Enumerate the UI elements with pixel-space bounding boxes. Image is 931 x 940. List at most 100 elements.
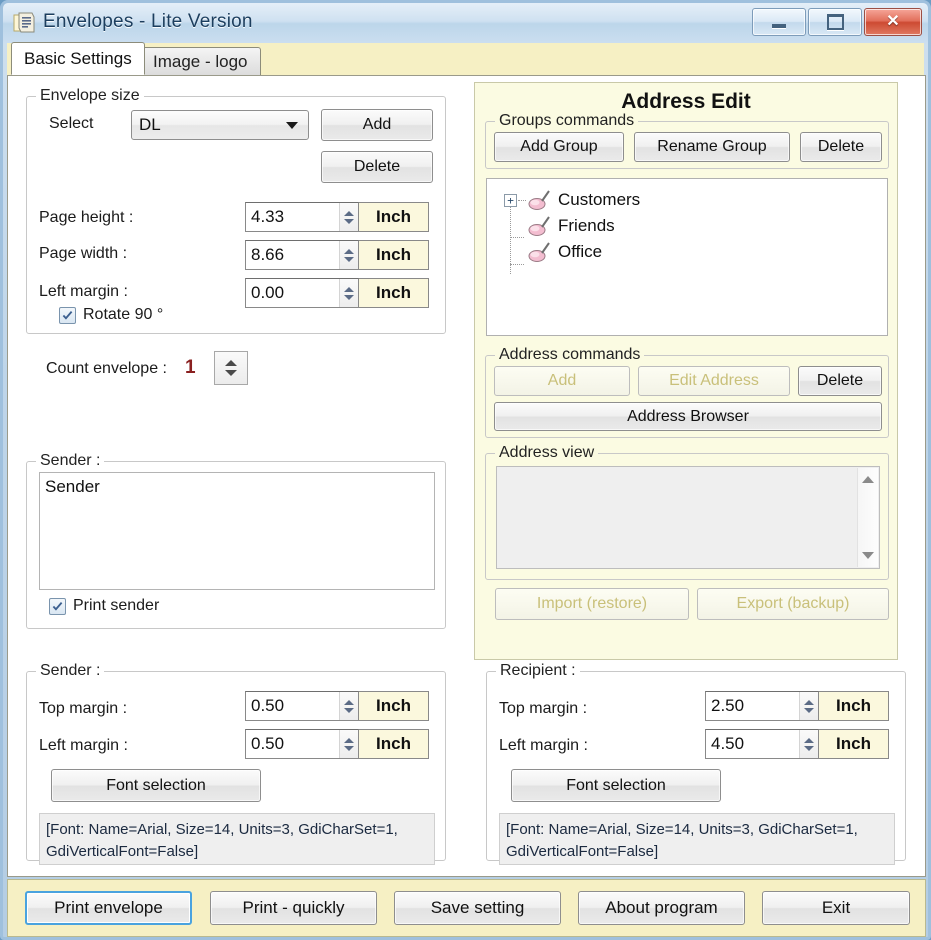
import-restore-button[interactable]: Import (restore) — [495, 588, 689, 620]
maximize-button[interactable] — [808, 8, 862, 36]
left-panel: Envelope size Select DL Add Delete Page … — [8, 76, 470, 876]
application-window: Envelopes - Lite Version ✕ Basic Setting… — [0, 0, 931, 940]
sender-top-margin-spinner[interactable]: 0.50 — [245, 691, 359, 721]
rotate-90-label: Rotate 90 ° — [83, 306, 164, 323]
tree-item-friends[interactable]: Friends — [527, 214, 615, 238]
recipient-margins-group-title: Recipient : — [496, 662, 580, 680]
print-sender-label: Print sender — [73, 597, 160, 614]
page-height-stepper[interactable] — [339, 203, 358, 231]
exit-button[interactable]: Exit — [762, 891, 910, 925]
add-group-button[interactable]: Add Group — [494, 132, 624, 162]
tab-basic-settings[interactable]: Basic Settings — [11, 42, 145, 75]
check-icon — [62, 311, 73, 320]
title-bar: Envelopes - Lite Version ✕ — [3, 3, 928, 43]
tab-image-logo[interactable]: Image - logo — [140, 47, 261, 75]
delete-address-button[interactable]: Delete — [798, 366, 882, 396]
sender-margins-group: Sender : Top margin : 0.50 Inch Left mar… — [26, 662, 446, 865]
minimize-icon — [772, 24, 786, 28]
save-setting-button[interactable]: Save setting — [394, 891, 561, 925]
delete-group-button[interactable]: Delete — [800, 132, 882, 162]
window-title: Envelopes - Lite Version — [43, 11, 253, 32]
address-view-box[interactable] — [496, 466, 880, 569]
sender-font-selection-button[interactable]: Font selection — [51, 769, 261, 802]
envelope-left-margin-spinner[interactable]: 0.00 — [245, 278, 359, 308]
sender-top-margin-unit: Inch — [359, 691, 429, 721]
count-envelope-value: 1 — [185, 357, 196, 378]
recipient-font-selection-button[interactable]: Font selection — [511, 769, 721, 802]
address-view-group-title: Address view — [495, 444, 599, 462]
count-envelope-stepper[interactable] — [214, 351, 248, 385]
close-icon: ✕ — [886, 13, 900, 30]
minimize-button[interactable] — [752, 8, 806, 36]
scroll-down-icon[interactable] — [862, 552, 874, 559]
right-panel: Address Edit Groups commands Add Group R… — [470, 76, 925, 876]
envelope-size-select-value: DL — [139, 115, 161, 134]
print-sender-checkbox[interactable] — [49, 598, 66, 615]
rotate-90-checkbox[interactable] — [59, 307, 76, 324]
sender-text-group-title: Sender : — [36, 452, 105, 470]
address-view-scrollbar[interactable] — [857, 468, 878, 567]
tree-item-customers[interactable]: Customers — [527, 188, 640, 212]
bottom-button-bar: Print envelope Print - quickly Save sett… — [7, 879, 926, 937]
sender-margins-group-title: Sender : — [36, 662, 105, 680]
tab-strip: Basic Settings Image - logo — [7, 42, 924, 76]
address-browser-button[interactable]: Address Browser — [494, 402, 882, 431]
envelope-left-margin-unit: Inch — [359, 278, 429, 308]
groups-commands-group: Groups commands Add Group Rename Group D… — [485, 112, 889, 169]
recipient-top-margin-value: 2.50 — [706, 692, 799, 720]
group-balloon-icon — [528, 242, 550, 262]
delete-envelope-size-button[interactable]: Delete — [321, 151, 433, 183]
envelope-size-select[interactable]: DL — [131, 110, 309, 140]
about-program-button[interactable]: About program — [578, 891, 745, 925]
check-icon — [52, 602, 63, 611]
sender-left-margin-value: 0.50 — [246, 730, 339, 758]
add-address-button[interactable]: Add — [494, 366, 630, 396]
recipient-left-margin-stepper[interactable] — [799, 730, 818, 758]
recipient-top-margin-stepper[interactable] — [799, 692, 818, 720]
envelope-size-group-title: Envelope size — [36, 87, 144, 105]
edit-address-button[interactable]: Edit Address — [638, 366, 790, 396]
print-quickly-button[interactable]: Print - quickly — [210, 891, 377, 925]
recipient-top-margin-label: Top margin : — [499, 700, 588, 717]
print-envelope-button[interactable]: Print envelope — [25, 891, 192, 925]
recipient-left-margin-spinner[interactable]: 4.50 — [705, 729, 819, 759]
envelope-size-group: Envelope size Select DL Add Delete Page … — [26, 87, 446, 334]
address-commands-group-title: Address commands — [495, 346, 645, 364]
tree-item-office[interactable]: Office — [527, 240, 602, 264]
envelope-document-icon — [12, 12, 36, 34]
sender-font-info: [Font: Name=Arial, Size=14, Units=3, Gdi… — [39, 813, 435, 865]
envelope-left-margin-value: 0.00 — [246, 279, 339, 307]
recipient-left-margin-label: Left margin : — [499, 737, 588, 754]
count-envelope-label: Count envelope : — [46, 360, 167, 377]
envelope-left-margin-stepper[interactable] — [339, 279, 358, 307]
tree-item-label: Office — [558, 242, 603, 261]
sender-textarea[interactable]: Sender — [39, 472, 435, 590]
sender-left-margin-stepper[interactable] — [339, 730, 358, 758]
sender-top-margin-label: Top margin : — [39, 700, 128, 717]
page-height-label: Page height : — [39, 209, 134, 226]
add-envelope-size-button[interactable]: Add — [321, 109, 433, 141]
address-view-group: Address view — [485, 444, 889, 580]
page-width-stepper[interactable] — [339, 241, 358, 269]
scroll-up-icon[interactable] — [862, 476, 874, 483]
sender-left-margin-label: Left margin : — [39, 737, 128, 754]
recipient-top-margin-unit: Inch — [819, 691, 889, 721]
select-label: Select — [49, 115, 94, 132]
rename-group-button[interactable]: Rename Group — [634, 132, 790, 162]
groups-tree[interactable]: + Customers Friends Office — [486, 178, 888, 336]
export-backup-button[interactable]: Export (backup) — [697, 588, 889, 620]
page-width-spinner[interactable]: 8.66 — [245, 240, 359, 270]
sender-left-margin-spinner[interactable]: 0.50 — [245, 729, 359, 759]
address-edit-title: Address Edit — [621, 90, 751, 113]
envelope-left-margin-label: Left margin : — [39, 283, 128, 300]
tree-item-label: Customers — [558, 190, 641, 209]
close-button[interactable]: ✕ — [864, 8, 922, 36]
recipient-top-margin-spinner[interactable]: 2.50 — [705, 691, 819, 721]
sender-top-margin-stepper[interactable] — [339, 692, 358, 720]
tree-expander-customers[interactable]: + — [504, 194, 517, 207]
recipient-margins-group: Recipient : Top margin : 2.50 Inch Left … — [486, 662, 906, 865]
page-width-unit: Inch — [359, 240, 429, 270]
sender-top-margin-value: 0.50 — [246, 692, 339, 720]
page-height-spinner[interactable]: 4.33 — [245, 202, 359, 232]
page-height-unit: Inch — [359, 202, 429, 232]
